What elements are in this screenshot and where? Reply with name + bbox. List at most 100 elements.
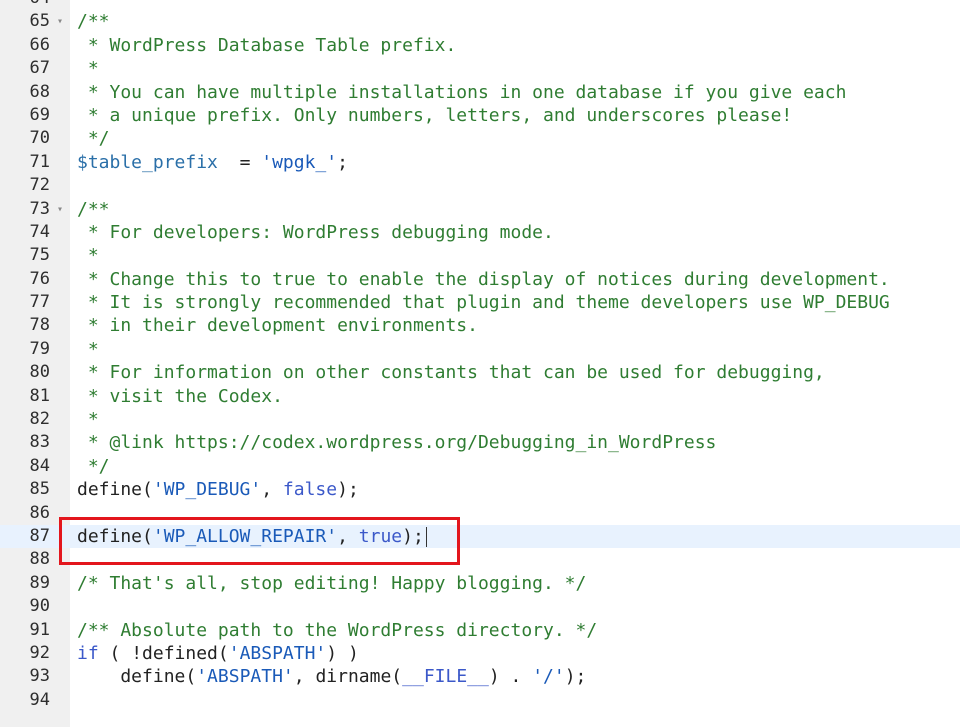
code-token: /** (77, 198, 110, 220)
code-token: 'WP_DEBUG' (152, 479, 262, 501)
code-line[interactable]: 86 (0, 502, 960, 525)
code-line[interactable]: 72 (0, 174, 960, 197)
line-number: 65 (29, 11, 50, 32)
fold-chevron-icon[interactable]: ▾ (53, 198, 67, 221)
code-token: , dirname( (293, 666, 403, 688)
code-line[interactable]: 65 ▾ /** (0, 10, 960, 33)
code-line[interactable]: 90 (0, 595, 960, 618)
code-line[interactable]: 71 $table_prefix = 'wpgk_'; (0, 151, 960, 174)
code-token: 'ABSPATH' (228, 642, 327, 664)
code-text: * For developers: WordPress debugging mo… (77, 221, 554, 244)
code-line[interactable]: 85 define('WP_DEBUG', false); (0, 478, 960, 501)
code-token: = (217, 151, 262, 173)
code-line[interactable]: 91 /** Absolute path to the WordPress dir… (0, 619, 960, 642)
code-token: * (77, 245, 99, 267)
code-token: $table_prefix (77, 151, 218, 173)
code-line[interactable]: 78 * in their development environments. (0, 314, 960, 337)
fold-chevron-icon[interactable]: ▾ (53, 10, 67, 33)
line-number: 94 (29, 689, 50, 710)
code-line[interactable]: 92 if ( !defined('ABSPATH') ) (0, 642, 960, 665)
code-line[interactable]: 70 */ (0, 127, 960, 150)
code-text: * It is strongly recommended that plugin… (77, 291, 890, 314)
code-token: 'WP_ALLOW_REPAIR' (152, 525, 338, 547)
code-token: , (337, 525, 359, 547)
code-token: * Change this to true to enable the disp… (77, 268, 890, 290)
code-line[interactable]: 69 * a unique prefix. Only numbers, lett… (0, 104, 960, 127)
code-text: * visit the Codex. (77, 385, 283, 408)
code-line[interactable]: 80 * For information on other constants … (0, 361, 960, 384)
line-number: 85 (29, 479, 50, 500)
code-line[interactable]: 83 * @link https://codex.wordpress.org/D… (0, 431, 960, 454)
code-text: /* That's all, stop editing! Happy blogg… (77, 572, 586, 595)
code-token: if (77, 642, 99, 664)
code-token: /** (77, 11, 110, 33)
code-token: ; (337, 151, 348, 173)
code-text: define('WP_DEBUG', false); (77, 478, 359, 501)
code-line[interactable]: 93 define('ABSPATH', dirname(__FILE__) .… (0, 665, 960, 688)
line-number: 77 (29, 292, 50, 313)
code-line[interactable]: 87 define('WP_ALLOW_REPAIR', true); (0, 524, 960, 549)
line-number: 86 (29, 502, 50, 523)
line-number: 74 (29, 221, 50, 242)
code-token: define( (77, 525, 153, 547)
code-token: ); (337, 479, 359, 501)
line-number: 72 (29, 175, 50, 196)
code-token: * @link https://codex.wordpress.org/Debu… (77, 432, 717, 454)
code-token: __FILE__ (402, 666, 489, 688)
code-text: * (77, 338, 99, 361)
code-text: * You can have multiple installations in… (77, 81, 847, 104)
line-number: 88 (29, 549, 50, 570)
code-line[interactable]: 88 (0, 548, 960, 571)
code-editor[interactable]: 6465▾/**66 * WordPress Database Table pr… (0, 0, 960, 727)
code-line[interactable]: 68 * You can have multiple installations… (0, 81, 960, 104)
code-text: * (77, 408, 99, 431)
code-text: define('WP_ALLOW_REPAIR', true); (77, 525, 427, 548)
line-number: 89 (29, 572, 50, 593)
code-line[interactable]: 75 * (0, 244, 960, 267)
code-line[interactable]: 74 * For developers: WordPress debugging… (0, 221, 960, 244)
code-token: * For information on other constants tha… (77, 362, 825, 384)
code-line[interactable]: 79 * (0, 338, 960, 361)
code-line[interactable]: 67 * (0, 57, 960, 80)
line-number: 79 (29, 338, 50, 359)
code-text: * WordPress Database Table prefix. (77, 34, 456, 57)
code-line[interactable]: 82 * (0, 408, 960, 431)
code-text: * @link https://codex.wordpress.org/Debu… (77, 431, 717, 454)
code-token: false (282, 479, 338, 501)
code-token: /* That's all, stop editing! Happy blogg… (77, 572, 587, 594)
code-text: /** (77, 10, 110, 33)
code-text: * (77, 244, 99, 267)
code-line[interactable]: 77 * It is strongly recommended that plu… (0, 291, 960, 314)
code-lines[interactable]: 6465▾/**66 * WordPress Database Table pr… (0, 0, 960, 712)
code-token: * visit the Codex. (77, 385, 283, 407)
code-line[interactable]: 76 * Change this to true to enable the d… (0, 268, 960, 291)
code-token: * a unique prefix. Only numbers, letters… (77, 104, 793, 126)
line-number: 73 (29, 198, 50, 219)
code-text: $table_prefix = 'wpgk_'; (77, 151, 348, 174)
code-line[interactable]: 66 * WordPress Database Table prefix. (0, 34, 960, 57)
line-number: 93 (29, 666, 50, 687)
code-token: 'ABSPATH' (196, 666, 294, 688)
code-line[interactable]: 81 * visit the Codex. (0, 385, 960, 408)
line-number: 84 (29, 455, 50, 476)
line-number: 78 (29, 315, 50, 336)
code-line[interactable]: 89 /* That's all, stop editing! Happy blo… (0, 572, 960, 595)
code-line[interactable]: 94 (0, 689, 960, 712)
code-token: * For developers: WordPress debugging mo… (77, 221, 554, 243)
line-number: 82 (29, 409, 50, 430)
line-number: 80 (29, 362, 50, 383)
code-line[interactable]: 73 ▾ /** (0, 198, 960, 221)
line-number: 91 (29, 619, 50, 640)
code-text: define('ABSPATH', dirname(__FILE__) . '/… (77, 665, 586, 688)
code-token: */ (77, 128, 110, 150)
code-token: define( (77, 479, 153, 501)
line-number: 67 (29, 58, 50, 79)
line-number: 68 (29, 81, 50, 102)
code-text: /** Absolute path to the WordPress direc… (77, 619, 597, 642)
code-text: /** (77, 198, 110, 221)
code-line[interactable]: 84 */ (0, 455, 960, 478)
code-line[interactable]: 64 (0, 0, 960, 10)
line-number: 92 (29, 642, 50, 663)
line-number: 83 (29, 432, 50, 453)
code-text: if ( !defined('ABSPATH') ) (77, 642, 359, 665)
